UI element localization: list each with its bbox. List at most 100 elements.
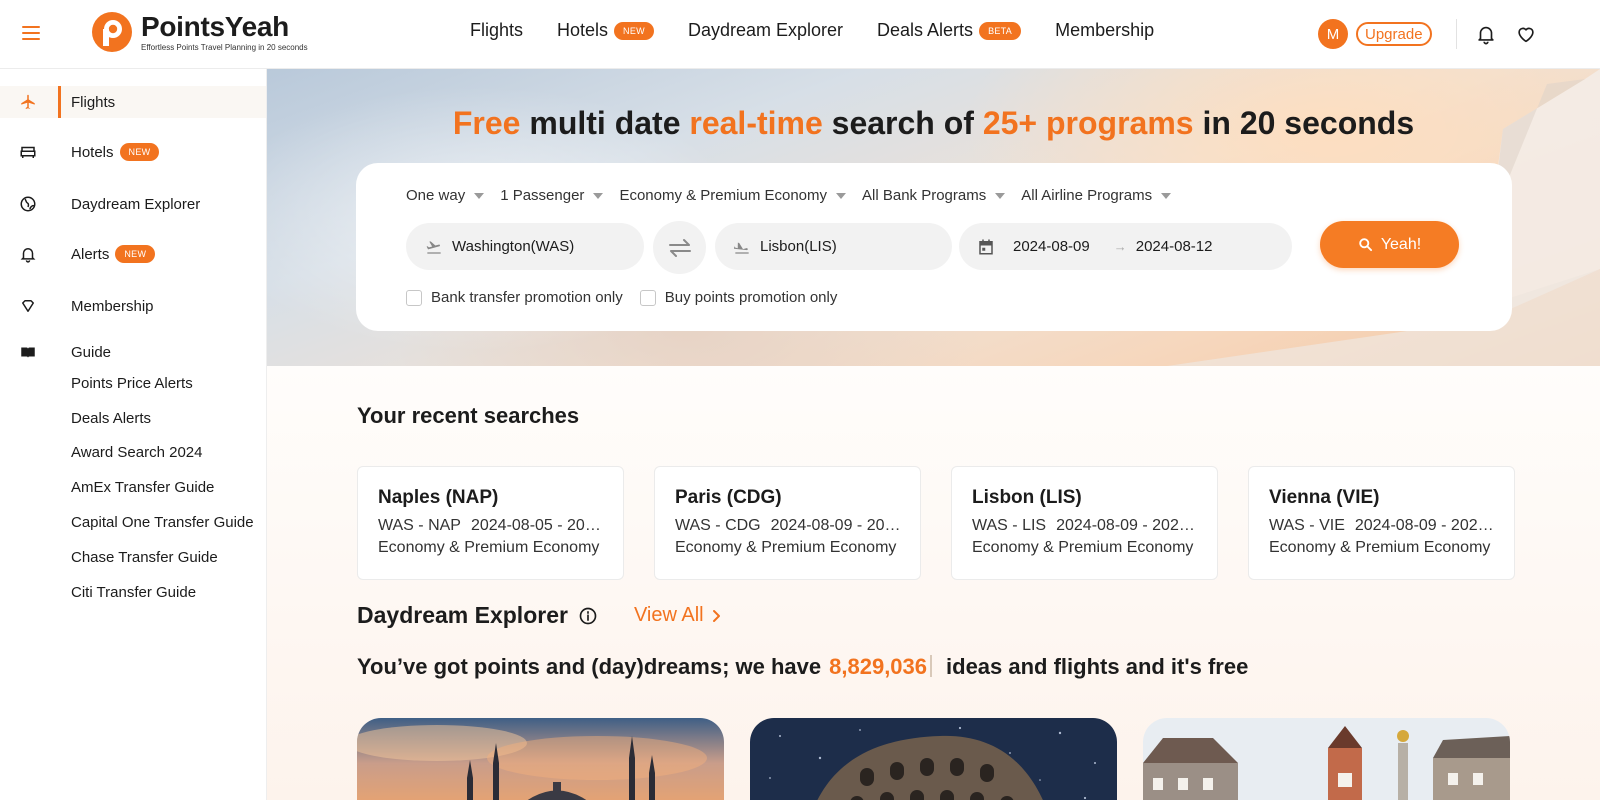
recent-city: Vienna (VIE) [1269,487,1380,508]
sidebar-item-label: Membership [71,297,154,315]
recent-searches-title: Your recent searches [357,403,580,428]
buy-points-checkbox[interactable]: Buy points promotion only [639,289,838,306]
sidebar-item-guide[interactable]: Guide [0,336,266,368]
upgrade-button[interactable]: Upgrade [1356,22,1432,46]
origin-field[interactable]: Washington(WAS) [406,223,644,270]
new-badge: NEW [614,21,654,40]
brand-tagline: Effortless Points Travel Planning in 20 … [141,43,308,52]
recent-dates: 2024-08-09 - 2024-08-12 [1354,517,1495,534]
recent-cabin: Economy & Premium Economy [378,539,600,556]
recent-route: WAS - CDG [675,517,761,534]
airline-programs-select[interactable]: All Airline Programs [1021,187,1172,204]
old-town-square-image [1143,718,1510,800]
recent-route-dates: WAS - CDG 2024-08-09 - 2024-08-12 [675,517,901,535]
takeoff-icon [426,240,441,254]
brand-logo[interactable]: PointsYeah Effortless Points Travel Plan… [90,10,308,54]
recent-cabin: Economy & Premium Economy [675,539,897,556]
guide-link-amex[interactable]: AmEx Transfer Guide [71,479,214,496]
bell-icon[interactable] [1475,23,1497,45]
search-options: One way 1 Passenger Economy & Premium Ec… [406,187,1187,204]
date-range-field[interactable]: 2024-08-09 → 2024-08-12 [959,223,1292,270]
daydream-header: Daydream Explorer View All [357,602,721,629]
diamond-icon [22,300,34,312]
trip-type-value: One way [406,187,466,204]
caret-down-icon [836,192,847,199]
recent-search-card[interactable]: Naples (NAP) WAS - NAP 2024-08-05 - 2024-… [357,466,624,580]
menu-icon[interactable] [22,26,40,40]
sidebar-item-hotels[interactable]: Hotels NEW [0,136,266,168]
recent-route-dates: WAS - LIS 2024-08-09 - 2024-08-12 [972,517,1198,535]
sidebar-item-label: Hotels NEW [71,143,160,161]
recent-dates: 2024-08-09 - 2024-08-12 [1056,517,1198,534]
hero-title: Free multi date real-time search of 25+ … [267,105,1600,142]
heart-icon[interactable] [1515,23,1537,45]
nav-daydream-explorer[interactable]: Daydream Explorer [688,20,843,41]
recent-dates: 2024-08-05 - 2024-08-12 [470,517,604,534]
sidebar-item-flights[interactable]: Flights [0,86,266,118]
book-icon [21,347,35,358]
bank-transfer-checkbox[interactable]: Bank transfer promotion only [406,289,623,306]
guide-link-chase[interactable]: Chase Transfer Guide [71,549,218,566]
top-header: PointsYeah Effortless Points Travel Plan… [0,0,1600,69]
nav-deals-label: Deals Alerts [877,20,974,40]
bank-transfer-label: Bank transfer promotion only [431,289,623,306]
nav-deals-alerts[interactable]: Deals Alerts BETA [877,20,1022,41]
swap-button[interactable] [653,221,706,274]
avatar[interactable]: M [1318,19,1348,49]
cabin-select[interactable]: Economy & Premium Economy [619,187,847,204]
destination-photo-rome[interactable] [750,718,1117,800]
bell-icon [20,248,36,263]
nav-hotels[interactable]: Hotels NEW [557,20,654,41]
sidebar-item-alerts[interactable]: Alerts NEW [0,238,266,270]
recent-search-card[interactable]: Lisbon (LIS) WAS - LIS 2024-08-09 - 2024-… [951,466,1218,580]
caret-down-icon [593,192,604,199]
guide-link-citi[interactable]: Citi Transfer Guide [71,584,196,601]
destination-field[interactable]: Lisbon(LIS) [715,223,952,270]
passenger-value: 1 Passenger [500,187,585,204]
guide-link-points-price-alerts[interactable]: Points Price Alerts [71,375,193,392]
recent-route: WAS - VIE [1269,517,1345,534]
guide-link-capital-one[interactable]: Capital One Transfer Guide [71,514,254,531]
destination-value: Lisbon(LIS) [760,238,837,255]
sidebar: Flights Hotels NEW Daydream Explorer Aler… [0,69,267,800]
bank-programs-value: All Bank Programs [862,187,987,204]
caret-down-icon [1161,192,1172,199]
sidebar-item-membership[interactable]: Membership [0,290,266,322]
plane-icon [21,94,35,110]
recent-route-dates: WAS - VIE 2024-08-09 - 2024-08-12 [1269,517,1495,535]
guide-link-deals-alerts[interactable]: Deals Alerts [71,410,151,427]
hero-title-programs: 25+ programs [982,105,1194,141]
trip-type-select[interactable]: One way [406,187,485,204]
recent-search-card[interactable]: Paris (CDG) WAS - CDG 2024-08-09 - 2024-0… [654,466,921,580]
alerts-label: Alerts [71,245,110,263]
recent-route-dates: WAS - NAP 2024-08-05 - 2024-08-12 [378,517,604,535]
guide-link-award-search[interactable]: Award Search 2024 [71,444,202,461]
info-icon[interactable] [578,606,598,626]
recent-search-card[interactable]: Vienna (VIE) WAS - VIE 2024-08-09 - 2024-… [1248,466,1515,580]
search-submit-button[interactable]: Yeah! [1320,221,1459,268]
search-submit-label: Yeah! [1380,235,1422,253]
globe-icon [20,196,36,212]
nav-daydream-label: Daydream Explorer [687,20,844,40]
daydream-subtitle: You’ve got points and (day)dreams; we ha… [357,654,1248,680]
hero-title-part: search of [822,105,983,141]
hero-title-free: Free [452,105,521,141]
brand-name: PointsYeah [141,11,289,42]
new-badge: NEW [115,245,156,263]
destination-photo-istanbul[interactable] [357,718,724,800]
nav-flights[interactable]: Flights [470,20,523,41]
nav-membership[interactable]: Membership [1055,20,1154,41]
buy-points-label: Buy points promotion only [664,289,838,306]
bank-programs-select[interactable]: All Bank Programs [862,187,1006,204]
destination-photo-munich[interactable] [1143,718,1510,800]
view-all-link[interactable]: View All [634,604,721,627]
caret-down-icon [995,192,1006,199]
passenger-select[interactable]: 1 Passenger [500,187,604,204]
main-content: Your recent searches Naples (NAP) WAS - … [267,366,1600,800]
chevron-right-icon [712,609,720,622]
hotels-label: Hotels [71,143,114,161]
new-badge: NEW [119,143,160,161]
sidebar-item-daydream-explorer[interactable]: Daydream Explorer [0,188,266,220]
return-date-value: 2024-08-12 [1135,238,1213,255]
swap-arrows-icon [668,238,691,257]
